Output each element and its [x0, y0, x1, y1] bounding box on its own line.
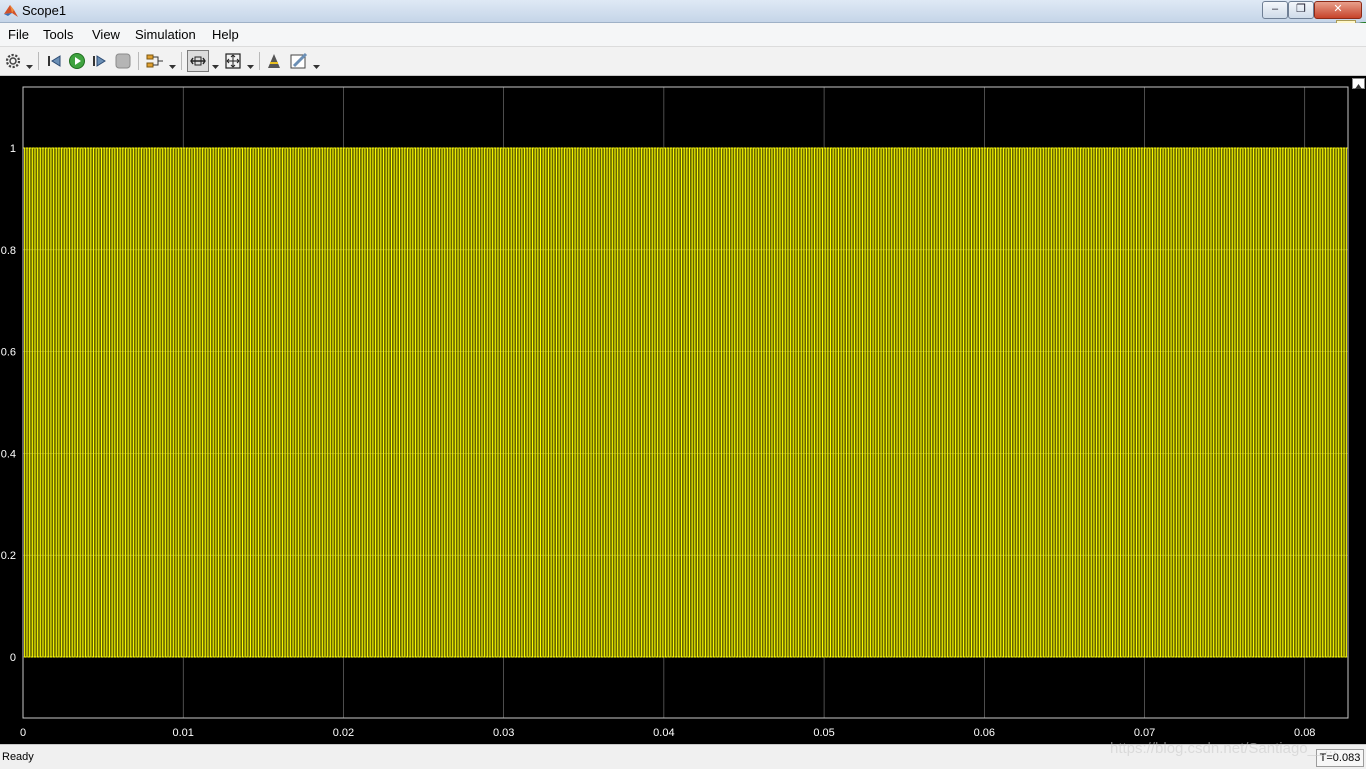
- menu-help[interactable]: Help: [212, 27, 239, 42]
- scope-plot[interactable]: 0 0.01 0.02 0.03 0.04 0.05 0.06 0.07 0.08 0 0.2 0.4…: [0, 76, 1366, 744]
- x-tick-label: 0.08: [1294, 727, 1315, 739]
- toolbar-separator: [181, 52, 182, 70]
- expand-axes-icon[interactable]: [1352, 78, 1365, 89]
- x-tick-label: 0.04: [653, 727, 674, 739]
- x-tick-label: 0: [20, 727, 26, 739]
- settings-icon[interactable]: [3, 51, 23, 71]
- highlight-simulink-block-icon[interactable]: [264, 51, 284, 71]
- signal-trace: [23, 147, 1348, 658]
- y-tick-label: 0.8: [1, 245, 16, 257]
- style-dropdown-icon[interactable]: [313, 58, 320, 69]
- toolbar-separator: [38, 52, 39, 70]
- minimize-button[interactable]: –: [1262, 1, 1288, 19]
- y-tick-label: 0.2: [1, 550, 16, 562]
- scope-display[interactable]: 0 0.01 0.02 0.03 0.04 0.05 0.06 0.07 0.08 0 0.2 0.4…: [0, 76, 1366, 744]
- stop-icon[interactable]: [113, 51, 133, 71]
- autoscale-dropdown-icon[interactable]: [247, 58, 254, 69]
- close-button[interactable]: ✕: [1314, 1, 1362, 19]
- x-tick-label: 0.06: [974, 727, 995, 739]
- signal-selector-icon[interactable]: [145, 51, 165, 71]
- menu-bar: File Tools View Simulation Help: [0, 23, 1366, 47]
- toolbar-separator: [138, 52, 139, 70]
- menu-simulation[interactable]: Simulation: [135, 27, 196, 42]
- menu-view[interactable]: View: [92, 27, 120, 42]
- y-tick-label: 0.6: [1, 347, 16, 359]
- x-tick-label: 0.07: [1134, 727, 1155, 739]
- title-bar: Scope1 – ❐ ✕: [0, 0, 1366, 23]
- menu-tools[interactable]: Tools: [43, 27, 73, 42]
- style-icon[interactable]: [289, 51, 309, 71]
- watermark: https://blog.csdn.net/Santiago__...: [1110, 740, 1337, 757]
- signal-selector-dropdown-icon[interactable]: [169, 58, 176, 69]
- maximize-button[interactable]: ❐: [1288, 1, 1314, 19]
- toolbar-separator: [259, 52, 260, 70]
- zoom-dropdown-icon[interactable]: [212, 58, 219, 69]
- autoscale-icon[interactable]: [223, 51, 243, 71]
- pulse-signal-line: [23, 147, 1348, 658]
- x-tick-label: 0.03: [493, 727, 514, 739]
- menu-file[interactable]: File: [8, 27, 29, 42]
- x-tick-label: 0.01: [173, 727, 194, 739]
- y-tick-label: 1: [10, 143, 16, 155]
- run-icon[interactable]: [67, 51, 87, 71]
- y-tick-label: 0.4: [1, 448, 16, 460]
- status-text: Ready: [2, 751, 34, 763]
- matlab-logo-icon: [3, 3, 19, 19]
- x-tick-label: 0.02: [333, 727, 354, 739]
- zoom-icon[interactable]: [187, 50, 209, 72]
- x-tick-label: 0.05: [813, 727, 834, 739]
- window-title: Scope1: [22, 3, 67, 18]
- y-tick-label: 0: [10, 652, 16, 664]
- settings-dropdown-icon[interactable]: [26, 58, 33, 69]
- step-back-icon[interactable]: [45, 51, 65, 71]
- step-forward-icon[interactable]: [89, 51, 109, 71]
- toolbar: [0, 47, 1366, 76]
